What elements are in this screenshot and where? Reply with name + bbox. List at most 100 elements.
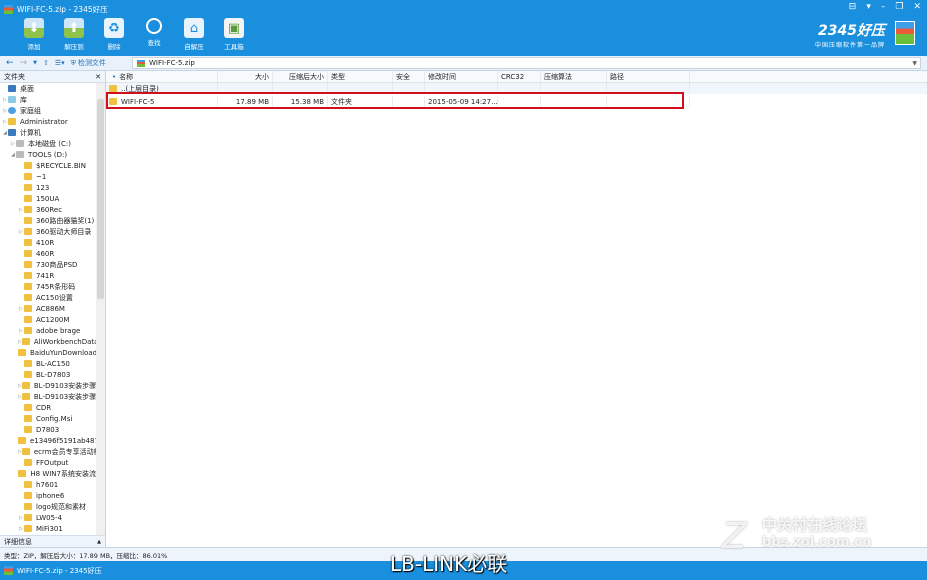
path-text: WIFI-FC-5.zip: [149, 59, 195, 67]
close-pane-icon[interactable]: ✕: [95, 73, 101, 81]
tree-item[interactable]: 150UA: [0, 193, 96, 204]
tree-item-label: AC1200M: [36, 315, 70, 324]
tree-item[interactable]: FFOutput: [0, 457, 96, 468]
tree-item[interactable]: 741R: [0, 270, 96, 281]
col-path[interactable]: 路径: [607, 71, 690, 82]
watermark-cn: 中关村在线论坛: [762, 516, 868, 534]
tree-item[interactable]: ▷ BL-D9103安装步骤 (: [0, 391, 96, 402]
tree-item[interactable]: logo规范和素材: [0, 501, 96, 512]
tree-item[interactable]: 730商品PSD: [0, 259, 96, 270]
extract-to-button[interactable]: ⬆ 解压到: [54, 18, 94, 56]
tree-item[interactable]: H8 WIN7系统安装流: [0, 468, 96, 479]
tree-item[interactable]: ▷ 360Rec: [0, 204, 96, 215]
tree-item[interactable]: ▷ 家庭组: [0, 105, 96, 116]
tree-item[interactable]: ◢ 计算机: [0, 127, 96, 138]
tree-item[interactable]: ▷ adobe brage: [0, 325, 96, 336]
close-button[interactable]: ✕: [913, 2, 921, 12]
tree-item[interactable]: ◢ TOOLS (D:): [0, 149, 96, 160]
tree-item[interactable]: CDR: [0, 402, 96, 413]
taskbar-title[interactable]: WIFI-FC-5.zip - 2345好压: [17, 566, 102, 576]
tree-item-label: 360Rec: [36, 205, 63, 214]
col-type[interactable]: 类型: [328, 71, 393, 82]
tree-item[interactable]: ▷ AC886M: [0, 303, 96, 314]
tree-item[interactable]: BL-AC150: [0, 358, 96, 369]
maximize-button[interactable]: ❐: [895, 2, 903, 12]
folder-icon: [24, 162, 32, 169]
path-input[interactable]: WIFI-FC-5.zip ▼: [132, 57, 921, 69]
tree-item-label: AC886M: [36, 304, 65, 313]
tree-item[interactable]: h7601: [0, 479, 96, 490]
scrollbar-thumb[interactable]: [97, 99, 104, 299]
find-button[interactable]: 查找: [134, 18, 174, 56]
tree-item[interactable]: iphone6: [0, 490, 96, 501]
back-icon[interactable]: ←: [6, 58, 14, 68]
col-mtime[interactable]: 修改时间: [425, 71, 498, 82]
menu-button[interactable]: ▾: [866, 2, 871, 12]
col-security[interactable]: 安全: [393, 71, 425, 82]
tree-item-label: AliWorkbenchData: [33, 337, 96, 346]
logo-slogan: 中国压缩软件第一品牌: [814, 42, 885, 49]
col-name[interactable]: • 名称: [106, 71, 218, 82]
col-crc[interactable]: CRC32: [498, 71, 541, 82]
tree-item[interactable]: D7803: [0, 424, 96, 435]
tree-scrollbar[interactable]: [96, 83, 105, 535]
delete-button[interactable]: ♻ 删除: [94, 18, 134, 56]
tree-item[interactable]: BaiduYunDownload: [0, 347, 96, 358]
view-menu-icon[interactable]: ☰▾: [55, 59, 65, 67]
tree-item-label: e13496f5191ab487a: [30, 436, 96, 445]
folder-icon: [24, 195, 32, 202]
tree-item[interactable]: ▷ Administrator: [0, 116, 96, 127]
tree-item[interactable]: AC1200M: [0, 314, 96, 325]
tree-item[interactable]: 745R条形码: [0, 281, 96, 292]
user-icon: [8, 118, 16, 125]
tree-item-label: $RECYCLE.BIN: [36, 161, 86, 170]
tree-item[interactable]: 460R: [0, 248, 96, 259]
folder-icon: [24, 294, 32, 301]
folder-icon: [24, 525, 32, 532]
toolbox-button[interactable]: ▣ 工具箱: [214, 18, 254, 56]
tree-item[interactable]: AC150设置: [0, 292, 96, 303]
zol-logo-icon: Z: [722, 516, 747, 557]
tree-item[interactable]: 123: [0, 182, 96, 193]
tree-item[interactable]: ▷ 库: [0, 94, 96, 105]
history-dropdown-icon[interactable]: ▼: [33, 60, 37, 66]
folder-icon: [21, 448, 30, 455]
add-button[interactable]: ⬇ 添加: [14, 18, 54, 56]
skin-button[interactable]: ⊟: [849, 2, 857, 12]
tree-item[interactable]: ▷ 360驱动大师目录: [0, 226, 96, 237]
expand-details-icon[interactable]: ▲: [97, 539, 101, 545]
path-dropdown-icon[interactable]: ▼: [912, 60, 917, 67]
tree-item[interactable]: 410R: [0, 237, 96, 248]
tree-item[interactable]: ~1: [0, 171, 96, 182]
tree-item[interactable]: Config.Msi: [0, 413, 96, 424]
col-size[interactable]: 大小: [218, 71, 273, 82]
tree-item[interactable]: 360路由器猫奖(1): [0, 215, 96, 226]
sfx-button[interactable]: ⌂ 自解压: [174, 18, 214, 56]
video-caption: LB-LINK必联: [390, 552, 508, 576]
scan-file-button[interactable]: ⛨ 检测文件: [71, 58, 106, 68]
tree-item[interactable]: $RECYCLE.BIN: [0, 160, 96, 171]
tree-item[interactable]: ▷ BL-D9103安装步骤 (: [0, 380, 96, 391]
col-method[interactable]: 压缩算法: [541, 71, 607, 82]
tree-item[interactable]: ▷ LW05-4: [0, 512, 96, 523]
tree-item[interactable]: ▷ MiFi301: [0, 523, 96, 534]
tree-item[interactable]: ▷ 本地磁盘 (C:): [0, 138, 96, 149]
up-folder-icon[interactable]: ⇧: [43, 59, 49, 67]
tree-item-label: BaiduYunDownload: [30, 348, 96, 357]
tree-item[interactable]: ▷ ecrm会员专享活动模: [0, 446, 96, 457]
tree-item-label: BL-D9103安装步骤 (: [33, 392, 96, 401]
tree-item[interactable]: 桌面: [0, 83, 96, 94]
tree-item-label: TOOLS (D:): [28, 150, 68, 159]
minimize-button[interactable]: –: [881, 2, 886, 12]
folder-icon: [24, 305, 32, 312]
col-packed[interactable]: 压缩后大小: [273, 71, 328, 82]
tree-item-label: 123: [36, 183, 50, 192]
forward-icon[interactable]: →: [20, 58, 28, 68]
folder-pane: 文件夹 ✕ 桌面 ▷ 库 ▷ 家庭组 ▷ Administrator ◢ 计算机 ▷ 本地磁盘 (C:…: [0, 71, 106, 547]
tree-item[interactable]: e13496f5191ab487a: [0, 435, 96, 446]
tree-item[interactable]: BL-D7803: [0, 369, 96, 380]
tree-item[interactable]: ▷ AliWorkbenchData: [0, 336, 96, 347]
scan-file-label: 检测文件: [77, 59, 106, 67]
delete-label: 删除: [107, 43, 121, 51]
tree-item-label: 745R条形码: [36, 282, 76, 291]
